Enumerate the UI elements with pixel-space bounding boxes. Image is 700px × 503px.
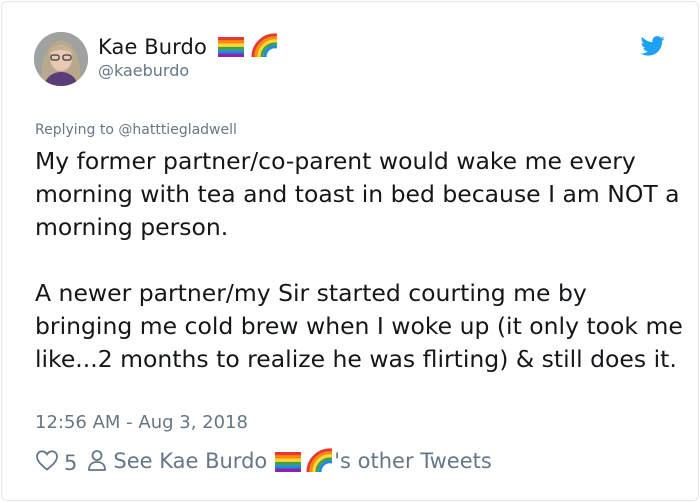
tweet-text: My former partner/co-parent would wake m… xyxy=(35,147,683,373)
rainbow-flag-icon xyxy=(275,452,302,477)
rainbow-icon xyxy=(306,448,334,477)
see-prefix: See Kae Burdo xyxy=(113,449,268,473)
see-suffix: 's other Tweets xyxy=(334,449,492,473)
like-count[interactable]: 5 xyxy=(64,451,77,475)
tweet-card: Kae Burdo @kaeburdo Replying to @hatttie… xyxy=(1,1,699,501)
tweet-timestamp[interactable]: 12:56 AM - Aug 3, 2018 xyxy=(35,412,248,433)
twitter-bird-icon[interactable] xyxy=(640,36,665,60)
replying-to: Replying to @hatttiegladwell xyxy=(35,122,237,138)
tweet-actions: 5 See Kae Burdo 's other Tweets xyxy=(35,448,492,477)
heart-icon[interactable] xyxy=(35,449,59,476)
replying-prefix: Replying to xyxy=(35,122,114,138)
display-name[interactable]: Kae Burdo xyxy=(98,33,207,61)
avatar[interactable] xyxy=(34,32,88,86)
person-icon xyxy=(87,449,107,476)
rainbow-icon xyxy=(251,33,279,61)
author-block[interactable]: Kae Burdo @kaeburdo xyxy=(98,33,279,81)
rainbow-flag-icon xyxy=(218,37,245,61)
replying-handle-link[interactable]: @hatttiegladwell xyxy=(118,122,237,138)
see-other-tweets-link[interactable]: See Kae Burdo 's other Tweets xyxy=(113,448,492,477)
author-handle[interactable]: @kaeburdo xyxy=(98,61,279,81)
